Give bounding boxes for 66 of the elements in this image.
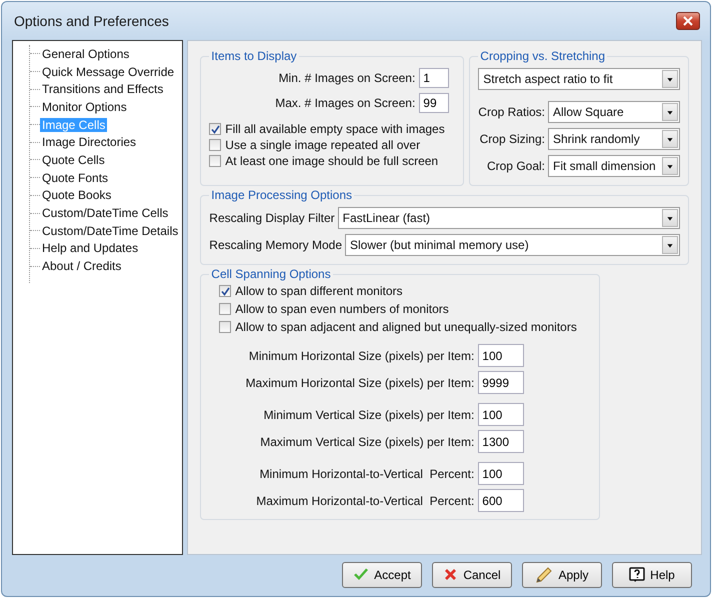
field-label: Maximum Vertical Size (pixels) per Item: bbox=[260, 434, 474, 448]
cancel-button[interactable]: Cancel bbox=[432, 562, 512, 588]
tree-item[interactable]: Custom/DateTime Cells bbox=[40, 206, 170, 220]
checkbox-label: Allow to span adjacent and aligned but unequally-sized monitors bbox=[235, 320, 577, 334]
tree-item[interactable]: Quote Fonts bbox=[40, 170, 110, 185]
close-button[interactable] bbox=[676, 12, 700, 30]
field-label: Crop Goal: bbox=[486, 158, 545, 172]
input-field[interactable]: 100 bbox=[478, 462, 524, 485]
group-title: Image Processing Options bbox=[210, 188, 354, 202]
tree-item[interactable]: Transitions and Effects bbox=[40, 82, 166, 96]
input-field[interactable]: 9999 bbox=[478, 371, 524, 394]
checkbox[interactable] bbox=[219, 285, 232, 297]
tree-item[interactable]: Custom/DateTime Details bbox=[40, 224, 180, 238]
field-label: Minimum Vertical Size (pixels) per Item: bbox=[264, 408, 474, 422]
input-field[interactable]: 600 bbox=[478, 489, 524, 512]
checkbox[interactable] bbox=[209, 123, 222, 135]
group-title: Cropping vs. Stretching bbox=[479, 49, 606, 63]
input-field[interactable]: 99 bbox=[419, 92, 450, 112]
dropdown[interactable]: Fit small dimension bbox=[548, 154, 680, 176]
group-title: Items to Display bbox=[210, 49, 298, 63]
field-label: Crop Sizing: bbox=[480, 132, 545, 146]
tree-item[interactable]: About / Credits bbox=[40, 259, 124, 274]
group-title: Cell Spanning Options bbox=[210, 267, 332, 281]
tree-item[interactable]: Quote Cells bbox=[40, 152, 107, 167]
field-label: Rescaling Memory Mode bbox=[209, 238, 342, 252]
dropdown[interactable]: Shrink randomly bbox=[548, 128, 680, 150]
input-field[interactable]: 1300 bbox=[478, 430, 524, 453]
apply-button[interactable]: Apply bbox=[522, 562, 602, 588]
window-title: Options and Preferences bbox=[14, 13, 169, 29]
field-label: Crop Ratios: bbox=[478, 104, 545, 118]
input-field[interactable]: 1 bbox=[419, 68, 450, 88]
close-icon bbox=[683, 16, 693, 26]
check-icon bbox=[353, 568, 370, 582]
tree-item[interactable]: Help and Updates bbox=[40, 241, 140, 256]
dropdown[interactable]: FastLinear (fast) bbox=[338, 206, 680, 228]
field-label: Rescaling Display Filter bbox=[209, 210, 335, 224]
help-icon bbox=[629, 566, 646, 582]
dropdown[interactable]: Stretch aspect ratio to fit bbox=[478, 68, 680, 90]
tree-item[interactable]: Quick Message Override bbox=[40, 64, 176, 79]
field-label: Maximum Horizontal-to-Vertical Percent: bbox=[256, 494, 474, 508]
checkbox[interactable] bbox=[219, 321, 232, 333]
checkbox[interactable] bbox=[209, 155, 222, 167]
dropdown[interactable]: Allow Square bbox=[548, 100, 680, 122]
checkbox[interactable] bbox=[209, 139, 222, 151]
help-button[interactable]: Help bbox=[612, 562, 692, 588]
tree-item[interactable]: General Options bbox=[40, 46, 132, 61]
tree-item[interactable]: Image Directories bbox=[40, 135, 138, 150]
checkbox-label: Allow to span even numbers of monitors bbox=[235, 302, 449, 316]
checkbox-label: Use a single image repeated all over bbox=[225, 138, 420, 152]
pencil-icon bbox=[535, 566, 554, 584]
cross-icon bbox=[443, 567, 458, 582]
input-field[interactable]: 100 bbox=[478, 403, 524, 426]
tree-item[interactable]: Quote Books bbox=[40, 188, 114, 202]
field-label: Maximum Horizontal Size (pixels) per Item: bbox=[246, 376, 474, 390]
dropdown[interactable]: Slower (but minimal memory use) bbox=[345, 234, 680, 256]
checkbox-label: At least one image should be full screen bbox=[225, 154, 438, 168]
checkbox-label: Allow to span different monitors bbox=[235, 284, 402, 298]
field-label: Minimum Horizontal Size (pixels) per Item: bbox=[248, 348, 474, 362]
field-label: Min. # Images on Screen: bbox=[278, 70, 416, 84]
accept-button[interactable]: Accept bbox=[342, 562, 422, 588]
checkbox[interactable] bbox=[219, 303, 232, 315]
checkbox-label: Fill all available empty space with images bbox=[225, 122, 445, 136]
field-label: Minimum Horizontal-to-Vertical Percent: bbox=[260, 466, 474, 480]
field-label: Max. # Images on Screen: bbox=[275, 96, 416, 110]
input-field[interactable]: 100 bbox=[478, 344, 524, 367]
tree-item[interactable]: Monitor Options bbox=[40, 100, 129, 114]
